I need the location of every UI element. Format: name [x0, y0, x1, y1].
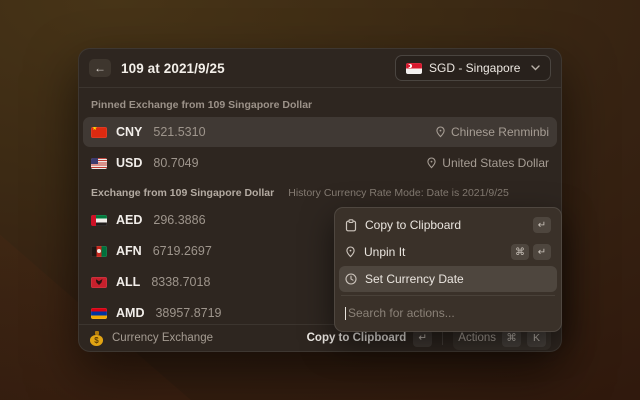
currency-code: AFN	[116, 244, 142, 258]
currency-dropdown[interactable]: SGD - Singapore	[395, 55, 551, 81]
exchange-section-label: Exchange from 109 Singapore Dollar	[91, 187, 274, 199]
row-accessory: United States Dollar	[426, 156, 549, 170]
page-title: 109 at 2021/9/25	[121, 61, 225, 76]
currency-full-name: United States Dollar	[442, 156, 549, 170]
afghanistan-flag-icon	[91, 246, 107, 257]
exchange-section-header: Exchange from 109 Singapore Dollar Histo…	[83, 179, 557, 205]
pinned-section-label: Pinned Exchange from 109 Singapore Dolla…	[83, 92, 557, 117]
menu-item-set-currency-date[interactable]: Set Currency Date	[339, 266, 557, 292]
command-key-badge: ⌘	[511, 244, 529, 260]
uae-flag-icon	[91, 215, 107, 226]
currency-value: 6719.2697	[153, 244, 212, 258]
menu-divider	[341, 295, 555, 296]
window-header: ← 109 at 2021/9/25 SGD - Singapore	[79, 49, 561, 87]
return-key-badge: ↵	[413, 330, 432, 347]
menu-item-label: Set Currency Date	[365, 272, 464, 286]
currency-value: 296.3886	[153, 213, 205, 227]
clock-icon	[345, 273, 357, 285]
actions-menu-panel: Copy to Clipboard ↵ Unpin It ⌘ ↵ Set Cur…	[334, 207, 562, 332]
currency-code: USD	[116, 156, 142, 170]
return-key-badge: ↵	[533, 244, 551, 260]
currency-dropdown-value: SGD - Singapore	[429, 61, 520, 75]
menu-item-shortcut: ↵	[533, 217, 551, 233]
primary-action-button[interactable]: Copy to Clipboard ↵	[307, 330, 433, 347]
menu-item-copy-to-clipboard[interactable]: Copy to Clipboard ↵	[339, 212, 557, 238]
return-key-badge: ↵	[533, 217, 551, 233]
footer-divider	[442, 332, 443, 345]
usa-flag-icon	[91, 158, 107, 169]
raycast-window: ← 109 at 2021/9/25 SGD - Singapore Pinne…	[78, 48, 562, 352]
k-key-badge: K	[527, 330, 546, 347]
extension-name: Currency Exchange	[112, 332, 213, 344]
actions-search-placeholder: Search for actions...	[348, 306, 455, 320]
chevron-down-icon	[531, 65, 540, 71]
pin-icon	[426, 157, 437, 169]
currency-code: AED	[116, 213, 142, 227]
menu-item-shortcut: ⌘ ↵	[511, 244, 551, 260]
rate-mode-label: History Currency Rate Mode: Date is 2021…	[288, 187, 509, 199]
currency-value: 38957.8719	[155, 306, 221, 320]
currency-value: 8338.7018	[151, 275, 210, 289]
currency-value: 521.5310	[153, 125, 205, 139]
back-button[interactable]: ←	[89, 59, 111, 77]
list-item-usd[interactable]: USD 80.7049 United States Dollar	[83, 148, 557, 178]
row-accessory: Chinese Renminbi	[435, 125, 549, 139]
currency-code: CNY	[116, 125, 142, 139]
currency-code: ALL	[116, 275, 140, 289]
actions-search[interactable]: Search for actions...	[339, 299, 557, 327]
command-key-badge: ⌘	[502, 330, 521, 347]
list-item-cny[interactable]: CNY 521.5310 Chinese Renminbi	[83, 117, 557, 147]
primary-action-label: Copy to Clipboard	[307, 332, 407, 344]
currency-code: AMD	[116, 306, 144, 320]
actions-button-label: Actions	[458, 332, 496, 344]
back-arrow-icon: ←	[94, 61, 106, 75]
text-caret	[345, 307, 346, 320]
pin-icon	[345, 246, 356, 258]
currency-full-name: Chinese Renminbi	[451, 125, 549, 139]
china-flag-icon	[91, 127, 107, 138]
albania-flag-icon	[91, 277, 107, 288]
armenia-flag-icon	[91, 308, 107, 319]
menu-item-label: Copy to Clipboard	[365, 218, 461, 232]
pin-icon	[435, 126, 446, 138]
money-bag-icon: $	[89, 331, 104, 346]
currency-value: 80.7049	[153, 156, 198, 170]
clipboard-icon	[345, 219, 357, 232]
menu-item-unpin-it[interactable]: Unpin It ⌘ ↵	[339, 239, 557, 265]
menu-item-label: Unpin It	[364, 245, 405, 259]
singapore-flag-icon	[406, 63, 422, 74]
